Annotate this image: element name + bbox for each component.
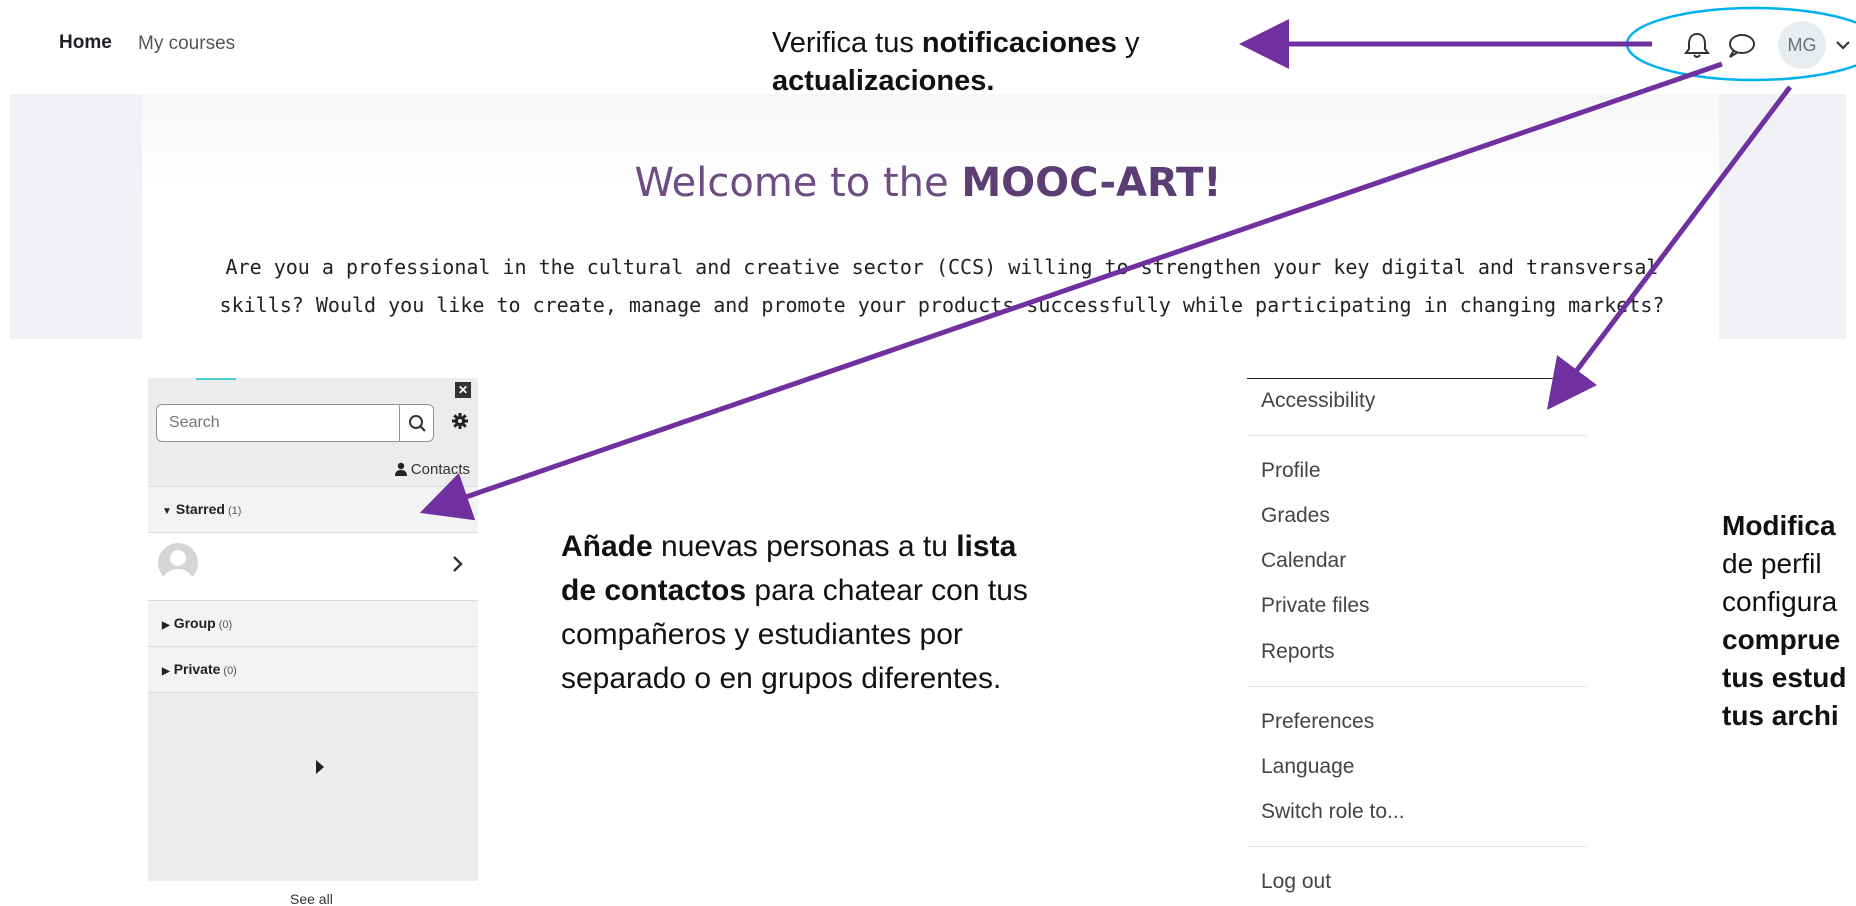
caret-right-icon: ▶ [162,666,170,677]
see-all-link[interactable]: See all [290,891,333,906]
caret-right-icon [316,760,324,774]
chevron-down-icon[interactable] [1834,38,1852,52]
nav-my-courses-link[interactable]: My courses [138,33,235,55]
drawer-empty-area [148,692,478,881]
menu-item-language[interactable]: Language [1261,755,1354,779]
bell-icon[interactable] [1683,30,1711,60]
gear-icon[interactable] [451,412,469,430]
menu-item-switch-role[interactable]: Switch role to... [1261,800,1405,824]
user-icon [394,462,407,476]
search-button[interactable] [399,405,433,441]
search-field [156,404,434,442]
user-dropdown-menu: Accessibility Profile Grades Calendar Pr… [1247,378,1587,906]
menu-item-calendar[interactable]: Calendar [1261,549,1346,573]
avatar [158,543,198,583]
menu-item-preferences[interactable]: Preferences [1261,710,1374,734]
drawer-tab-indicator [196,378,236,380]
private-section-toggle[interactable]: ▶ Private (0) [148,646,478,692]
menu-item-accessibility[interactable]: Accessibility [1261,389,1375,413]
annotation-profile: Modifica de perfil configura comprue tus est… [1722,510,1847,731]
search-icon [409,415,426,432]
welcome-title: Welcome to the MOOC-ART! [634,160,1222,206]
close-icon[interactable]: ✕ [455,382,471,398]
list-item[interactable] [148,532,478,600]
annotation-notifications: Verifica tus notificaciones y actualizac… [772,27,1140,97]
welcome-text: Are you a professional in the cultural a… [219,255,1665,317]
menu-divider [1247,686,1587,687]
caret-right-icon: ▶ [162,620,170,631]
chat-icon[interactable] [1726,32,1756,60]
messaging-drawer: ✕ Contacts ▼Starred(1) ▶G [148,378,478,881]
menu-divider [1247,846,1587,847]
group-section-toggle[interactable]: ▶ Group (0) [148,600,478,646]
annotation-contacts: Añade nuevas personas a tu lista de cont… [561,530,1028,695]
chevron-right-icon [453,556,463,572]
menu-item-reports[interactable]: Reports [1261,640,1335,664]
menu-item-profile[interactable]: Profile [1261,459,1321,483]
caret-down-icon: ▼ [162,506,172,517]
user-avatar-button[interactable]: MG [1778,21,1826,69]
contacts-link[interactable]: Contacts [394,461,470,478]
search-input[interactable] [157,405,407,441]
menu-item-private-files[interactable]: Private files [1261,594,1370,618]
menu-divider [1247,435,1587,436]
menu-item-log-out[interactable]: Log out [1261,870,1331,894]
nav-home-link[interactable]: Home [59,32,112,54]
starred-section-toggle[interactable]: ▼ Starred (1) [148,486,478,532]
menu-item-grades[interactable]: Grades [1261,504,1330,528]
